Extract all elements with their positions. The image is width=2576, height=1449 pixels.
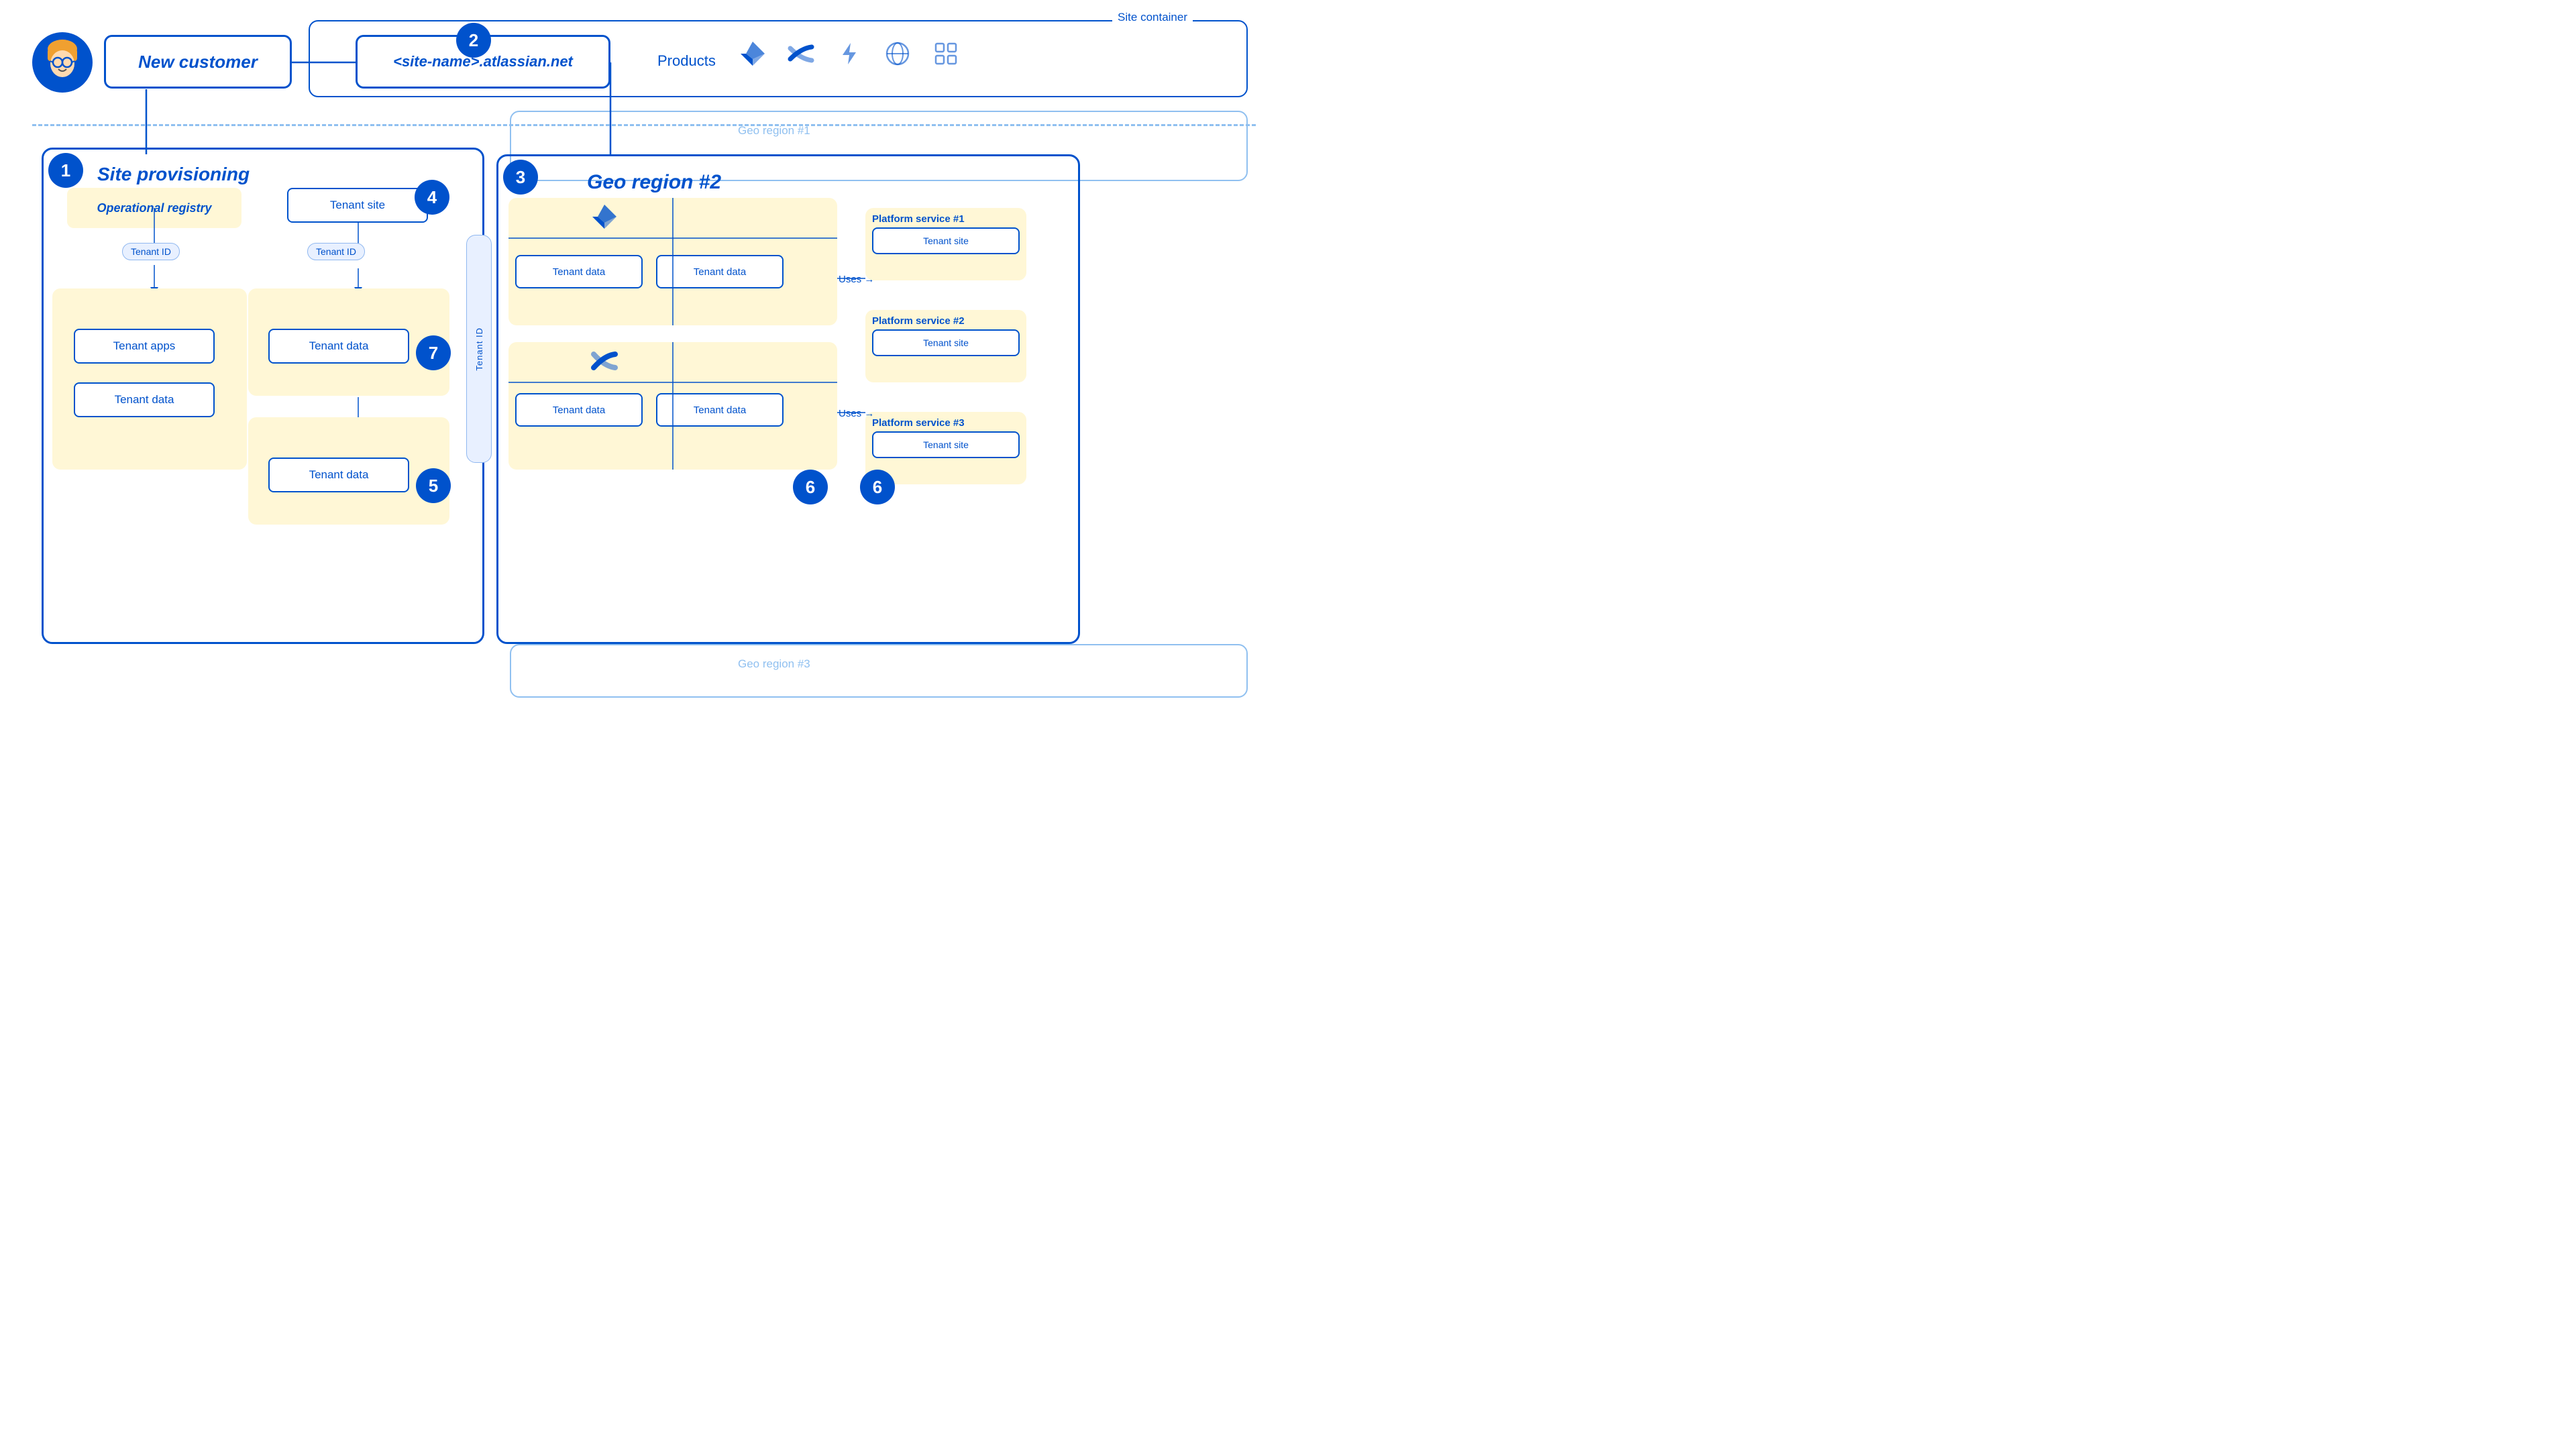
tenant-site-box: Tenant site bbox=[287, 188, 428, 223]
uses-arrow-jira: Uses → bbox=[839, 274, 874, 285]
step-3-circle: 3 bbox=[503, 160, 538, 195]
url-label: <site-name>.atlassian.net bbox=[393, 53, 573, 70]
conf-tenant-data-1: Tenant data bbox=[515, 393, 643, 427]
ps1-label: Platform service #1 bbox=[865, 208, 1026, 227]
jira-tenant-data-1: Tenant data bbox=[515, 255, 643, 288]
tenant-apps-box: Tenant apps bbox=[74, 329, 215, 364]
conf-tenant-data-2: Tenant data bbox=[656, 393, 784, 427]
platform-service-3-box: Platform service #3 Tenant site bbox=[865, 412, 1026, 484]
platform-service-2-box: Platform service #2 Tenant site bbox=[865, 310, 1026, 382]
new-customer-box: New customer bbox=[104, 35, 292, 89]
new-customer-label: New customer bbox=[138, 52, 258, 72]
products-label: Products bbox=[657, 52, 716, 70]
site-container-label: Site container bbox=[1112, 11, 1193, 24]
ps3-tenant-site: Tenant site bbox=[872, 431, 1020, 458]
step-5-circle: 5 bbox=[416, 468, 451, 503]
geo3-label: Geo region #3 bbox=[738, 657, 810, 671]
confluence-section-icon bbox=[590, 346, 619, 378]
step-6a-circle: 6 bbox=[793, 470, 828, 504]
product-icons-group bbox=[738, 39, 961, 68]
tenant-id-band: Tenant ID bbox=[466, 235, 492, 463]
step-1-circle: 1 bbox=[48, 153, 83, 188]
step-2-circle: 2 bbox=[456, 23, 491, 58]
ps2-tenant-site: Tenant site bbox=[872, 329, 1020, 356]
globe-product-icon bbox=[883, 39, 912, 68]
diagram-container: New customer 1 2 Site container <site-na… bbox=[0, 0, 1288, 724]
tenant-data-commerce-box: Tenant data bbox=[74, 382, 215, 417]
commerce-box bbox=[52, 288, 247, 470]
ps1-tenant-site: Tenant site bbox=[872, 227, 1020, 254]
ps2-label: Platform service #2 bbox=[865, 310, 1026, 329]
platform-service-1-box: Platform service #1 Tenant site bbox=[865, 208, 1026, 280]
tenant-data-billing-box: Tenant data bbox=[268, 329, 409, 364]
jira-tenant-data-2: Tenant data bbox=[656, 255, 784, 288]
tenant-id-pill-right: Tenant ID bbox=[307, 243, 365, 260]
step-7-circle: 7 bbox=[416, 335, 451, 370]
jira-section-icon bbox=[590, 203, 619, 234]
tenant-data-identity-box: Tenant data bbox=[268, 458, 409, 492]
grid-product-icon bbox=[931, 39, 961, 68]
avatar bbox=[32, 32, 93, 93]
dotted-separator bbox=[32, 124, 1256, 126]
tenant-id-pill-left: Tenant ID bbox=[122, 243, 180, 260]
step-6b-circle: 6 bbox=[860, 470, 895, 504]
confluence-product-icon bbox=[786, 39, 816, 68]
uses-arrow-conf: Uses → bbox=[839, 408, 874, 419]
tenant-id-band-text: Tenant ID bbox=[474, 327, 484, 371]
step-4-circle: 4 bbox=[415, 180, 449, 215]
jira-product-icon bbox=[738, 39, 767, 68]
bolt-product-icon bbox=[835, 39, 864, 68]
geo3-box bbox=[510, 644, 1248, 698]
ps3-label: Platform service #3 bbox=[865, 412, 1026, 431]
geo1-label: Geo region #1 bbox=[738, 124, 810, 138]
